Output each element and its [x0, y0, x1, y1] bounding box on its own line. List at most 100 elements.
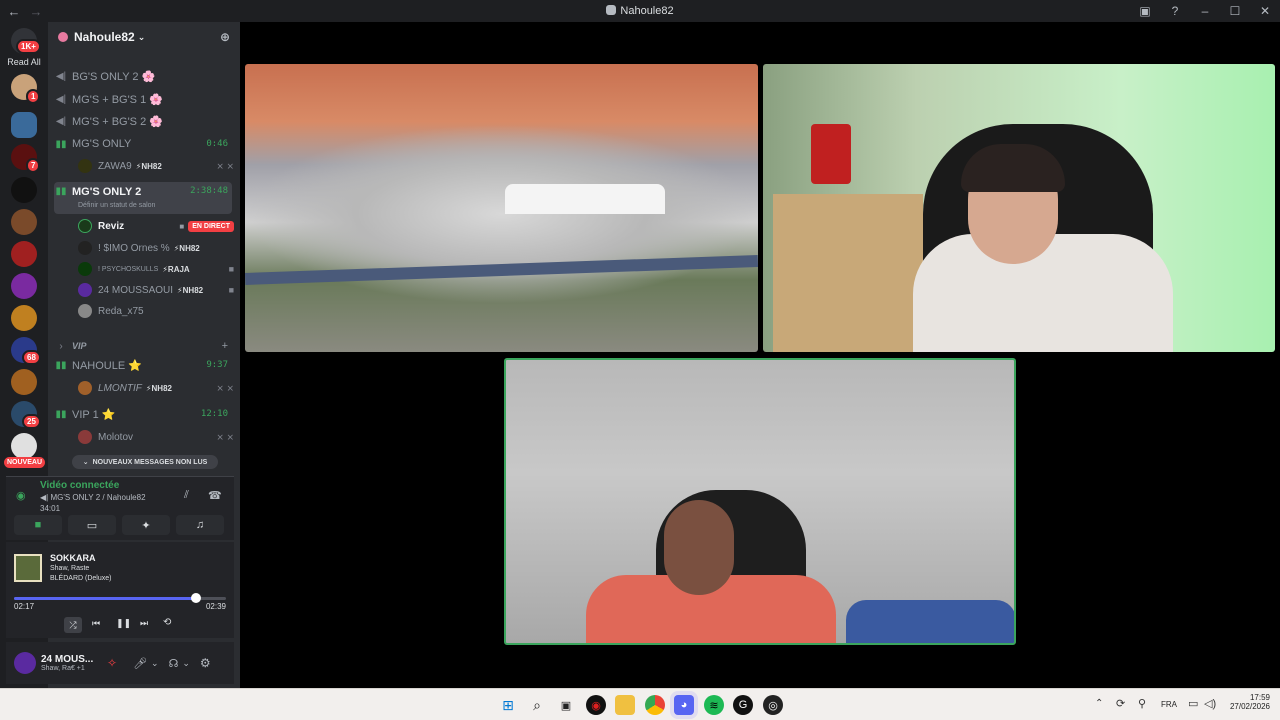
shelf	[773, 194, 923, 352]
folder-icon[interactable]	[615, 695, 635, 715]
video-tile-webcam-1[interactable]	[763, 64, 1275, 352]
voice-channel[interactable]: ◀| MG'S + BG'S 1 🌸	[54, 89, 232, 109]
chevron-up-icon[interactable]: ⌃	[1095, 698, 1103, 709]
noise-suppression-icon[interactable]: ⫽	[184, 489, 189, 502]
voice-user[interactable]: ZAWA9 ⚡NH82 ⨯ ⨯	[78, 157, 234, 175]
avatar	[78, 241, 92, 255]
soundboard-button[interactable]: ♫	[176, 515, 224, 535]
pause-icon[interactable]: ❚❚	[116, 618, 131, 629]
voice-user[interactable]: Reda_x75	[78, 302, 234, 320]
chevron-down-icon[interactable]: ⌄	[151, 658, 159, 669]
voice-user[interactable]: Molotov ⨯ ⨯	[78, 428, 234, 446]
taskbar: ⊞ ⌕ ▣ ◉ ◕ ≋ G ◎ ⌃ ⟳ ⚲ FRA ▭ ◁) 17:59 27/…	[0, 688, 1280, 720]
new-messages-pill[interactable]: ⌄ NOUVEAUX MESSAGES NON LUS	[72, 455, 218, 469]
sync-icon[interactable]: ⟳	[1116, 697, 1125, 710]
voice-status[interactable]: Vidéo connectée	[40, 480, 119, 491]
repeat-icon[interactable]: ⟲	[163, 617, 171, 628]
server-icon[interactable]	[11, 433, 37, 459]
headphones-icon[interactable]: ☊	[169, 657, 179, 670]
progress-fill	[14, 597, 197, 600]
user-panel: 24 MOUS... Shaw, Ra€ +1 ✧ 🎤︎ ⌄ ☊ ⌄ ⚙	[6, 642, 234, 684]
add-channel-icon[interactable]: +	[222, 340, 232, 352]
app-icon[interactable]: ◉	[586, 695, 606, 715]
category-header[interactable]: › VIP +	[54, 336, 232, 356]
voice-user[interactable]: Reviz ■ EN DIRECT	[78, 217, 234, 235]
video-tile-webcam-2[interactable]	[504, 358, 1016, 645]
mute-deafen-icons: ⨯ ⨯	[216, 382, 234, 393]
voice-channel[interactable]: ▮▮ NAHOULE ⭐ 9:37	[54, 355, 232, 375]
track-album[interactable]: BLÉDARD (Deluxe)	[50, 575, 111, 582]
music-player: SOKKARA Shaw, Raste BLÉDARD (Deluxe) 02:…	[6, 542, 234, 638]
voice-channel-icon: ◀|	[40, 493, 51, 502]
avatar	[78, 381, 92, 395]
server-header[interactable]: Nahoule82 ⌄ ⊕	[48, 22, 240, 52]
disconnect-icon[interactable]: ☎	[208, 489, 222, 502]
video-tile-city[interactable]	[245, 64, 758, 352]
server-icon[interactable]	[11, 241, 37, 267]
chrome-icon[interactable]	[645, 695, 665, 715]
voice-user[interactable]: LMONTIF ⚡NH82 ⨯ ⨯	[78, 379, 234, 397]
language-indicator[interactable]: FRA	[1161, 700, 1177, 709]
progress-track[interactable]	[14, 593, 226, 603]
chevron-down-icon[interactable]: ⌄	[182, 658, 190, 669]
app-icon[interactable]: G	[733, 695, 753, 715]
close-button[interactable]: ✕	[1250, 4, 1280, 18]
read-all-button[interactable]: Read All	[0, 57, 48, 67]
voice-channel[interactable]: ▮▮ VIP 1 ⭐ 12:10	[54, 404, 232, 424]
server-icon[interactable]	[11, 273, 37, 299]
start-icon[interactable]: ⊞	[498, 695, 518, 715]
server-badge: 1	[26, 89, 41, 104]
album-art[interactable]	[14, 554, 42, 582]
inbox-icon[interactable]: ▣	[1130, 4, 1160, 18]
voice-user[interactable]: ! PSYCHOSKULLS ⚡RAJA ■	[78, 260, 234, 278]
screen-share-button[interactable]: ▭	[68, 515, 116, 535]
add-member-icon[interactable]: ⊕	[220, 30, 230, 44]
server-icon[interactable]	[11, 209, 37, 235]
track-artists[interactable]: Shaw, Raste	[50, 565, 89, 572]
progress-knob[interactable]	[191, 593, 202, 603]
voice-channel-active[interactable]: ▮▮ MG'S ONLY 2 2:38:48	[54, 182, 232, 214]
network-icon[interactable]: ▭	[1188, 697, 1198, 710]
search-icon[interactable]: ⌕	[527, 695, 547, 715]
avatar[interactable]	[14, 652, 36, 674]
shuffle-icon[interactable]: ⤮	[64, 617, 82, 633]
track-title[interactable]: SOKKARA	[50, 553, 96, 563]
mug	[811, 124, 851, 184]
clock[interactable]: 17:59 27/02/2026	[1224, 693, 1270, 711]
voice-channel[interactable]: ◀| MG'S + BG'S 2 🌸	[54, 111, 232, 131]
camera-icon: ■	[228, 264, 234, 274]
voice-channel[interactable]: ▮▮ MG'S ONLY 0:46	[54, 134, 232, 154]
new-badge[interactable]: NOUVEAU	[4, 457, 46, 468]
spotify-icon[interactable]: ≋	[704, 695, 724, 715]
camera-button[interactable]: ■	[14, 515, 62, 535]
avatar	[78, 304, 92, 318]
microphone-icon[interactable]: ⚲	[1138, 697, 1146, 710]
voice-user[interactable]: ! $IMO Ornes % ⚡NH82	[78, 239, 234, 257]
minimize-button[interactable]: –	[1190, 4, 1220, 18]
server-icon[interactable]	[11, 305, 37, 331]
voice-user[interactable]: 24 MOUSSAOUI ⚡NH82 ■	[78, 281, 234, 299]
camera-icon: ■	[228, 285, 234, 295]
server-icon[interactable]	[11, 369, 37, 395]
server-icon[interactable]	[11, 112, 37, 138]
help-icon[interactable]: ?	[1160, 4, 1190, 18]
app-icon[interactable]: ◎	[763, 695, 783, 715]
voice-channel[interactable]: ◀| BG'S ONLY 2 🌸	[54, 66, 232, 86]
task-view-icon[interactable]: ▣	[556, 695, 576, 715]
window-title: Nahoule82	[0, 5, 1280, 17]
discord-icon[interactable]: ◕	[674, 695, 694, 715]
avatar	[78, 283, 92, 297]
activities-button[interactable]: ✦	[122, 515, 170, 535]
microphone-icon[interactable]: 🎤︎	[133, 657, 147, 670]
previous-icon[interactable]: ⏮	[92, 618, 100, 629]
user-info[interactable]: 24 MOUS... Shaw, Ra€ +1	[41, 654, 97, 672]
game-controller-icon[interactable]: ✧	[107, 656, 117, 670]
settings-icon[interactable]: ⚙	[200, 656, 211, 670]
voice-channel-path[interactable]: ◀| MG'S ONLY 2 / Nahoule82	[40, 493, 146, 502]
next-icon[interactable]: ⏭	[140, 618, 148, 629]
maximize-button[interactable]: ☐	[1220, 4, 1250, 18]
channel-status[interactable]: Définir un statut de salon	[78, 202, 155, 209]
server-badge: 68	[22, 350, 41, 365]
volume-icon[interactable]: ◁)	[1204, 697, 1216, 710]
server-icon[interactable]	[11, 177, 37, 203]
